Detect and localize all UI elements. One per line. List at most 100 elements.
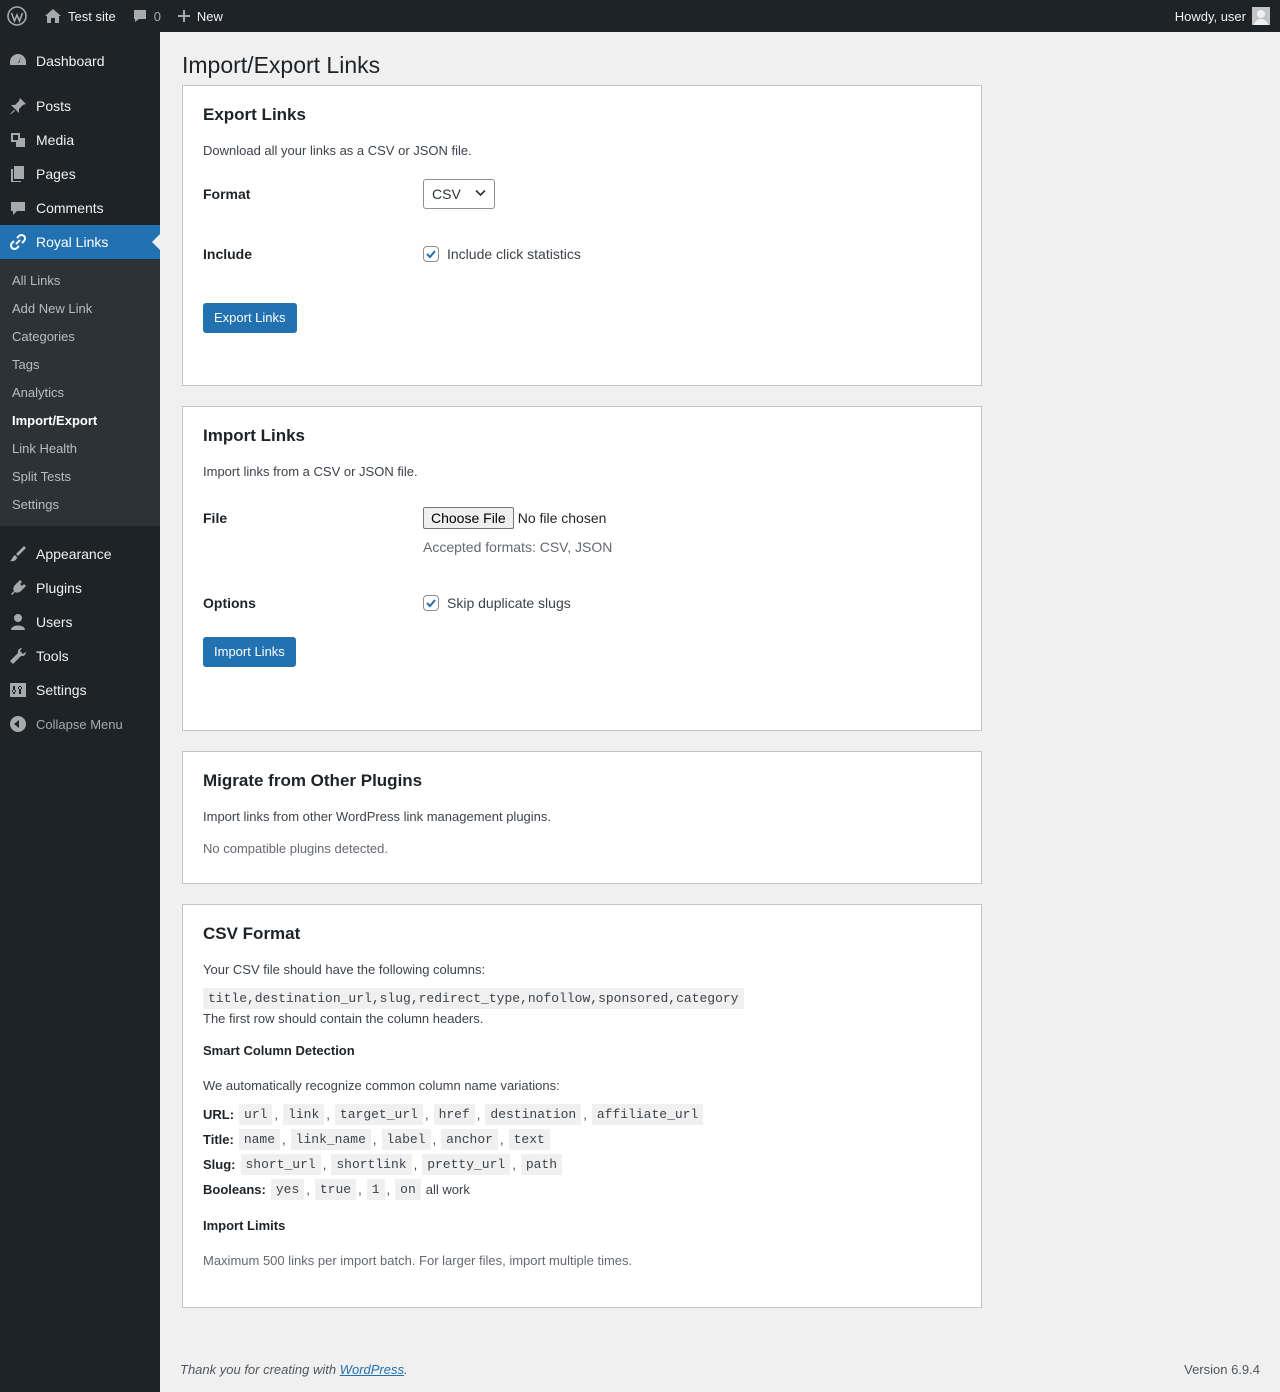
include-stats-label[interactable]: Include click statistics	[447, 246, 581, 262]
export-title: Export Links	[203, 105, 306, 124]
csv-title: CSV Format	[203, 924, 301, 943]
pages-icon	[0, 164, 36, 184]
menu-label: Comments	[36, 200, 104, 216]
media-icon	[0, 130, 36, 150]
migrate-title: Migrate from Other Plugins	[203, 771, 423, 790]
menu-label: Settings	[36, 682, 87, 698]
migrate-description: Import links from other WordPress link m…	[203, 809, 552, 824]
comment-icon	[133, 10, 146, 22]
wordpress-logo-icon[interactable]	[0, 0, 34, 32]
skip-duplicates-label[interactable]: Skip duplicate slugs	[447, 595, 571, 611]
plugin-icon	[0, 578, 36, 598]
skip-duplicates-checkbox[interactable]	[423, 594, 439, 611]
slug-keywords: Slug: short_url, shortlink, pretty_url, …	[203, 1152, 961, 1177]
menu-tools[interactable]: Tools	[0, 639, 160, 673]
booleans-label: Booleans:	[203, 1181, 266, 1197]
import-title: Import Links	[203, 426, 306, 445]
booleans-suffix: all work	[425, 1181, 470, 1197]
checkmark-icon	[426, 598, 436, 607]
menu-media[interactable]: Media	[0, 123, 160, 157]
menu-plugins[interactable]: Plugins	[0, 571, 160, 605]
submenu-link-health[interactable]: Link Health	[0, 434, 160, 462]
menu-dashboard[interactable]: Dashboard	[0, 44, 160, 78]
keyword: pretty_url	[422, 1153, 511, 1175]
menu-label: Plugins	[36, 580, 82, 596]
new-label: New	[196, 8, 223, 24]
export-links-button[interactable]: Export Links	[203, 302, 297, 333]
submenu-all-links[interactable]: All Links	[0, 266, 160, 294]
submenu-split-tests[interactable]: Split Tests	[0, 462, 160, 490]
migrate-card: Migrate from Other Plugins Import links …	[182, 751, 982, 884]
my-account[interactable]: Howdy, user	[1175, 7, 1280, 25]
collapse-icon	[10, 716, 26, 732]
menu-comments[interactable]: Comments	[0, 191, 160, 225]
format-label: Format	[203, 185, 251, 202]
title-keywords: Title: name, link_name, label, anchor, t…	[203, 1127, 961, 1152]
submenu-tags[interactable]: Tags	[0, 350, 160, 378]
avatar	[1252, 7, 1270, 25]
wordpress-link[interactable]: WordPress	[340, 1362, 404, 1377]
submenu-settings[interactable]: Settings	[0, 490, 160, 518]
keyword: name	[238, 1128, 281, 1150]
submenu-categories[interactable]: Categories	[0, 322, 160, 350]
menu-label: Dashboard	[36, 53, 105, 69]
menu-posts[interactable]: Posts	[0, 89, 160, 123]
comments-count: 0	[153, 8, 161, 24]
menu-label: Royal Links	[36, 234, 109, 250]
format-select[interactable]: CSV	[423, 178, 495, 209]
file-status: No file chosen	[517, 509, 607, 526]
wrench-icon	[0, 646, 36, 666]
site-name-link[interactable]: Test site	[34, 0, 124, 32]
keyword: short_url	[240, 1153, 321, 1175]
keyword: label	[381, 1128, 431, 1150]
home-icon	[45, 9, 61, 23]
keyword: on	[395, 1178, 421, 1200]
keyword: target_url	[334, 1103, 423, 1125]
format-select-wrap: CSV	[423, 178, 495, 209]
howdy-text: Howdy, user	[1174, 8, 1246, 24]
export-card: Export Links Download all your links as …	[182, 85, 982, 386]
brush-icon	[0, 544, 36, 564]
menu-label: Users	[36, 614, 73, 630]
comments-link[interactable]: 0	[124, 0, 169, 32]
user-icon	[0, 612, 36, 632]
settings-icon	[0, 680, 36, 700]
keyword: link	[283, 1103, 325, 1125]
boolean-keywords: Booleans: yes, true, 1, on all work	[203, 1177, 961, 1202]
site-name: Test site	[68, 8, 116, 24]
submenu-add-new-link[interactable]: Add New Link	[0, 294, 160, 322]
import-links-button[interactable]: Import Links	[203, 636, 296, 667]
smart-detection-desc: We automatically recognize common column…	[203, 1078, 560, 1093]
submenu-analytics[interactable]: Analytics	[0, 378, 160, 406]
csv-columns: title,destination_url,slug,redirect_type…	[203, 987, 744, 1009]
menu-settings[interactable]: Settings	[0, 673, 160, 707]
keyword: link_name	[290, 1128, 371, 1150]
menu-users[interactable]: Users	[0, 605, 160, 639]
dashboard-icon	[0, 51, 36, 71]
keyword: true	[314, 1178, 357, 1200]
import-limits-title: Import Limits	[203, 1217, 286, 1233]
import-card: Import Links Import links from a CSV or …	[182, 406, 982, 731]
menu-appearance[interactable]: Appearance	[0, 537, 160, 571]
keyword: yes	[270, 1178, 305, 1200]
import-limits-desc: Maximum 500 links per import batch. For …	[203, 1252, 633, 1268]
import-description: Import links from a CSV or JSON file.	[203, 464, 418, 479]
new-content-link[interactable]: New	[169, 0, 231, 32]
comment-icon	[0, 198, 36, 218]
keyword: url	[239, 1103, 273, 1125]
choose-file-button[interactable]: Choose File	[423, 506, 514, 529]
submenu-import-export[interactable]: Import/Export	[0, 406, 160, 434]
title-label: Title:	[203, 1131, 234, 1147]
menu-pages[interactable]: Pages	[0, 157, 160, 191]
collapse-menu-button[interactable]: Collapse Menu	[0, 707, 160, 741]
slug-label: Slug:	[203, 1156, 236, 1172]
csv-format-card: CSV Format Your CSV file should have the…	[182, 904, 982, 1308]
url-keywords: URL: url, link, target_url, href, destin…	[203, 1102, 961, 1127]
migrate-status: No compatible plugins detected.	[203, 840, 389, 856]
collapse-label: Collapse Menu	[36, 716, 123, 732]
include-stats-checkbox[interactable]	[423, 245, 439, 262]
keyword: text	[508, 1128, 550, 1150]
export-description: Download all your links as a CSV or JSON…	[203, 143, 472, 158]
csv-header-note: The first row should contain the column …	[203, 1010, 484, 1026]
menu-royal-links[interactable]: Royal Links	[0, 225, 160, 259]
